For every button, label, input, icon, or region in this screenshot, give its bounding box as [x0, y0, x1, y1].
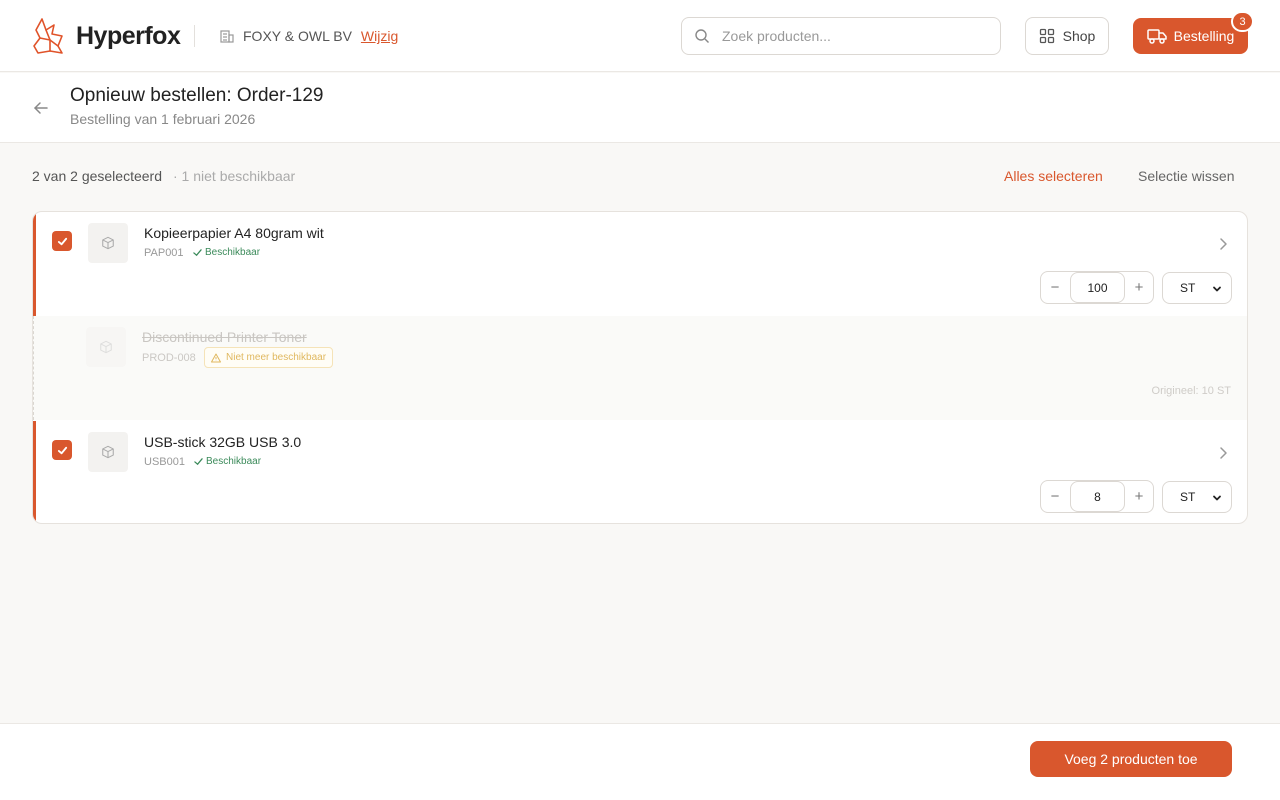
package-icon	[102, 445, 114, 459]
company-selector: FOXY & OWL BV Wijzig	[219, 26, 398, 46]
product-sku: PAP001	[144, 247, 184, 259]
company-name: FOXY & OWL BV	[243, 28, 352, 44]
warning-icon	[211, 353, 221, 362]
search-box[interactable]	[681, 17, 1001, 55]
unavailable-badge: Niet meer beschikbaar	[204, 347, 334, 368]
decrease-quantity-button[interactable]: −	[1041, 272, 1069, 303]
availability-status: Beschikbaar	[193, 247, 260, 258]
quantity-input[interactable]	[1070, 272, 1125, 303]
grid-icon	[1039, 28, 1054, 44]
decrease-quantity-button[interactable]: −	[1041, 481, 1069, 512]
item-checkbox[interactable]	[52, 440, 72, 460]
page-header: Opnieuw bestellen: Order-129 Bestelling …	[0, 73, 1280, 143]
check-icon	[57, 446, 67, 454]
select-all-button[interactable]: Alles selecteren	[1004, 168, 1103, 184]
unit-value: ST	[1180, 281, 1196, 295]
change-company-link[interactable]: Wijzig	[361, 28, 398, 44]
page-title: Opnieuw bestellen: Order-129	[70, 85, 324, 106]
header-divider	[194, 25, 195, 47]
order-items-list: Kopieerpapier A4 80gram wit PAP001 Besch…	[32, 211, 1248, 524]
package-icon	[102, 236, 114, 250]
unit-select[interactable]: ST	[1162, 272, 1232, 304]
availability-label: Beschikbaar	[205, 247, 261, 258]
check-icon	[57, 237, 67, 245]
add-products-button[interactable]: Voeg 2 producten toe	[1030, 741, 1232, 777]
order-item-row: Kopieerpapier A4 80gram wit PAP001 Besch…	[33, 212, 1247, 316]
selection-count: 2 van 2 geselecteerd	[32, 168, 162, 184]
check-icon	[194, 458, 203, 466]
product-image-placeholder	[88, 432, 128, 472]
search-icon	[695, 29, 709, 43]
order-item-row: USB-stick 32GB USB 3.0 USB001 Beschikbaa…	[33, 421, 1247, 523]
quantity-stepper: − +	[1040, 271, 1154, 304]
brand-logo[interactable]: Hyperfox	[32, 16, 181, 56]
increase-quantity-button[interactable]: +	[1125, 481, 1153, 512]
chevron-down-icon	[1213, 286, 1221, 292]
clear-selection-button[interactable]: Selectie wissen	[1138, 168, 1235, 184]
original-quantity: Origineel: 10 ST	[1151, 385, 1231, 397]
product-name: Kopieerpapier A4 80gram wit	[144, 225, 324, 241]
unit-select[interactable]: ST	[1162, 481, 1232, 513]
shop-button[interactable]: Shop	[1025, 17, 1109, 55]
quantity-input[interactable]	[1070, 481, 1125, 512]
unavailable-label: Niet meer beschikbaar	[226, 352, 327, 363]
order-item-row-unavailable: Discontinued Printer Toner PROD-008 Niet…	[33, 316, 1247, 420]
order-count-badge: 3	[1231, 11, 1254, 32]
product-image-placeholder	[88, 223, 128, 263]
product-name: Discontinued Printer Toner	[142, 329, 307, 345]
product-sku: PROD-008	[142, 352, 196, 364]
product-name: USB-stick 32GB USB 3.0	[144, 434, 302, 450]
footer-bar: Voeg 2 producten toe	[0, 723, 1280, 800]
product-sku: USB001	[144, 456, 185, 468]
order-label: Bestelling	[1173, 28, 1235, 44]
availability-status: Beschikbaar	[194, 456, 261, 467]
top-bar: Hyperfox FOXY & OWL BV Wijzig Shop Beste…	[0, 0, 1280, 72]
quantity-stepper: − +	[1040, 480, 1154, 513]
fox-logo-icon	[33, 18, 63, 54]
chevron-right-icon[interactable]	[1216, 237, 1230, 251]
chevron-down-icon	[1213, 495, 1221, 501]
page-subtitle: Bestelling van 1 februari 2026	[70, 111, 256, 127]
availability-label: Beschikbaar	[206, 456, 262, 467]
search-input[interactable]	[722, 28, 982, 44]
truck-icon	[1146, 29, 1167, 44]
chevron-right-icon[interactable]	[1216, 446, 1230, 460]
building-icon	[220, 30, 234, 43]
package-icon	[100, 340, 112, 354]
product-image-placeholder	[86, 327, 126, 367]
increase-quantity-button[interactable]: +	[1125, 272, 1153, 303]
unavailable-count: · 1 niet beschikbaar	[173, 168, 296, 184]
back-arrow-icon[interactable]	[32, 99, 50, 117]
check-icon	[193, 249, 202, 257]
item-checkbox[interactable]	[52, 231, 72, 251]
brand-name: Hyperfox	[76, 21, 181, 50]
shop-label: Shop	[1062, 28, 1096, 44]
unit-value: ST	[1180, 490, 1196, 504]
